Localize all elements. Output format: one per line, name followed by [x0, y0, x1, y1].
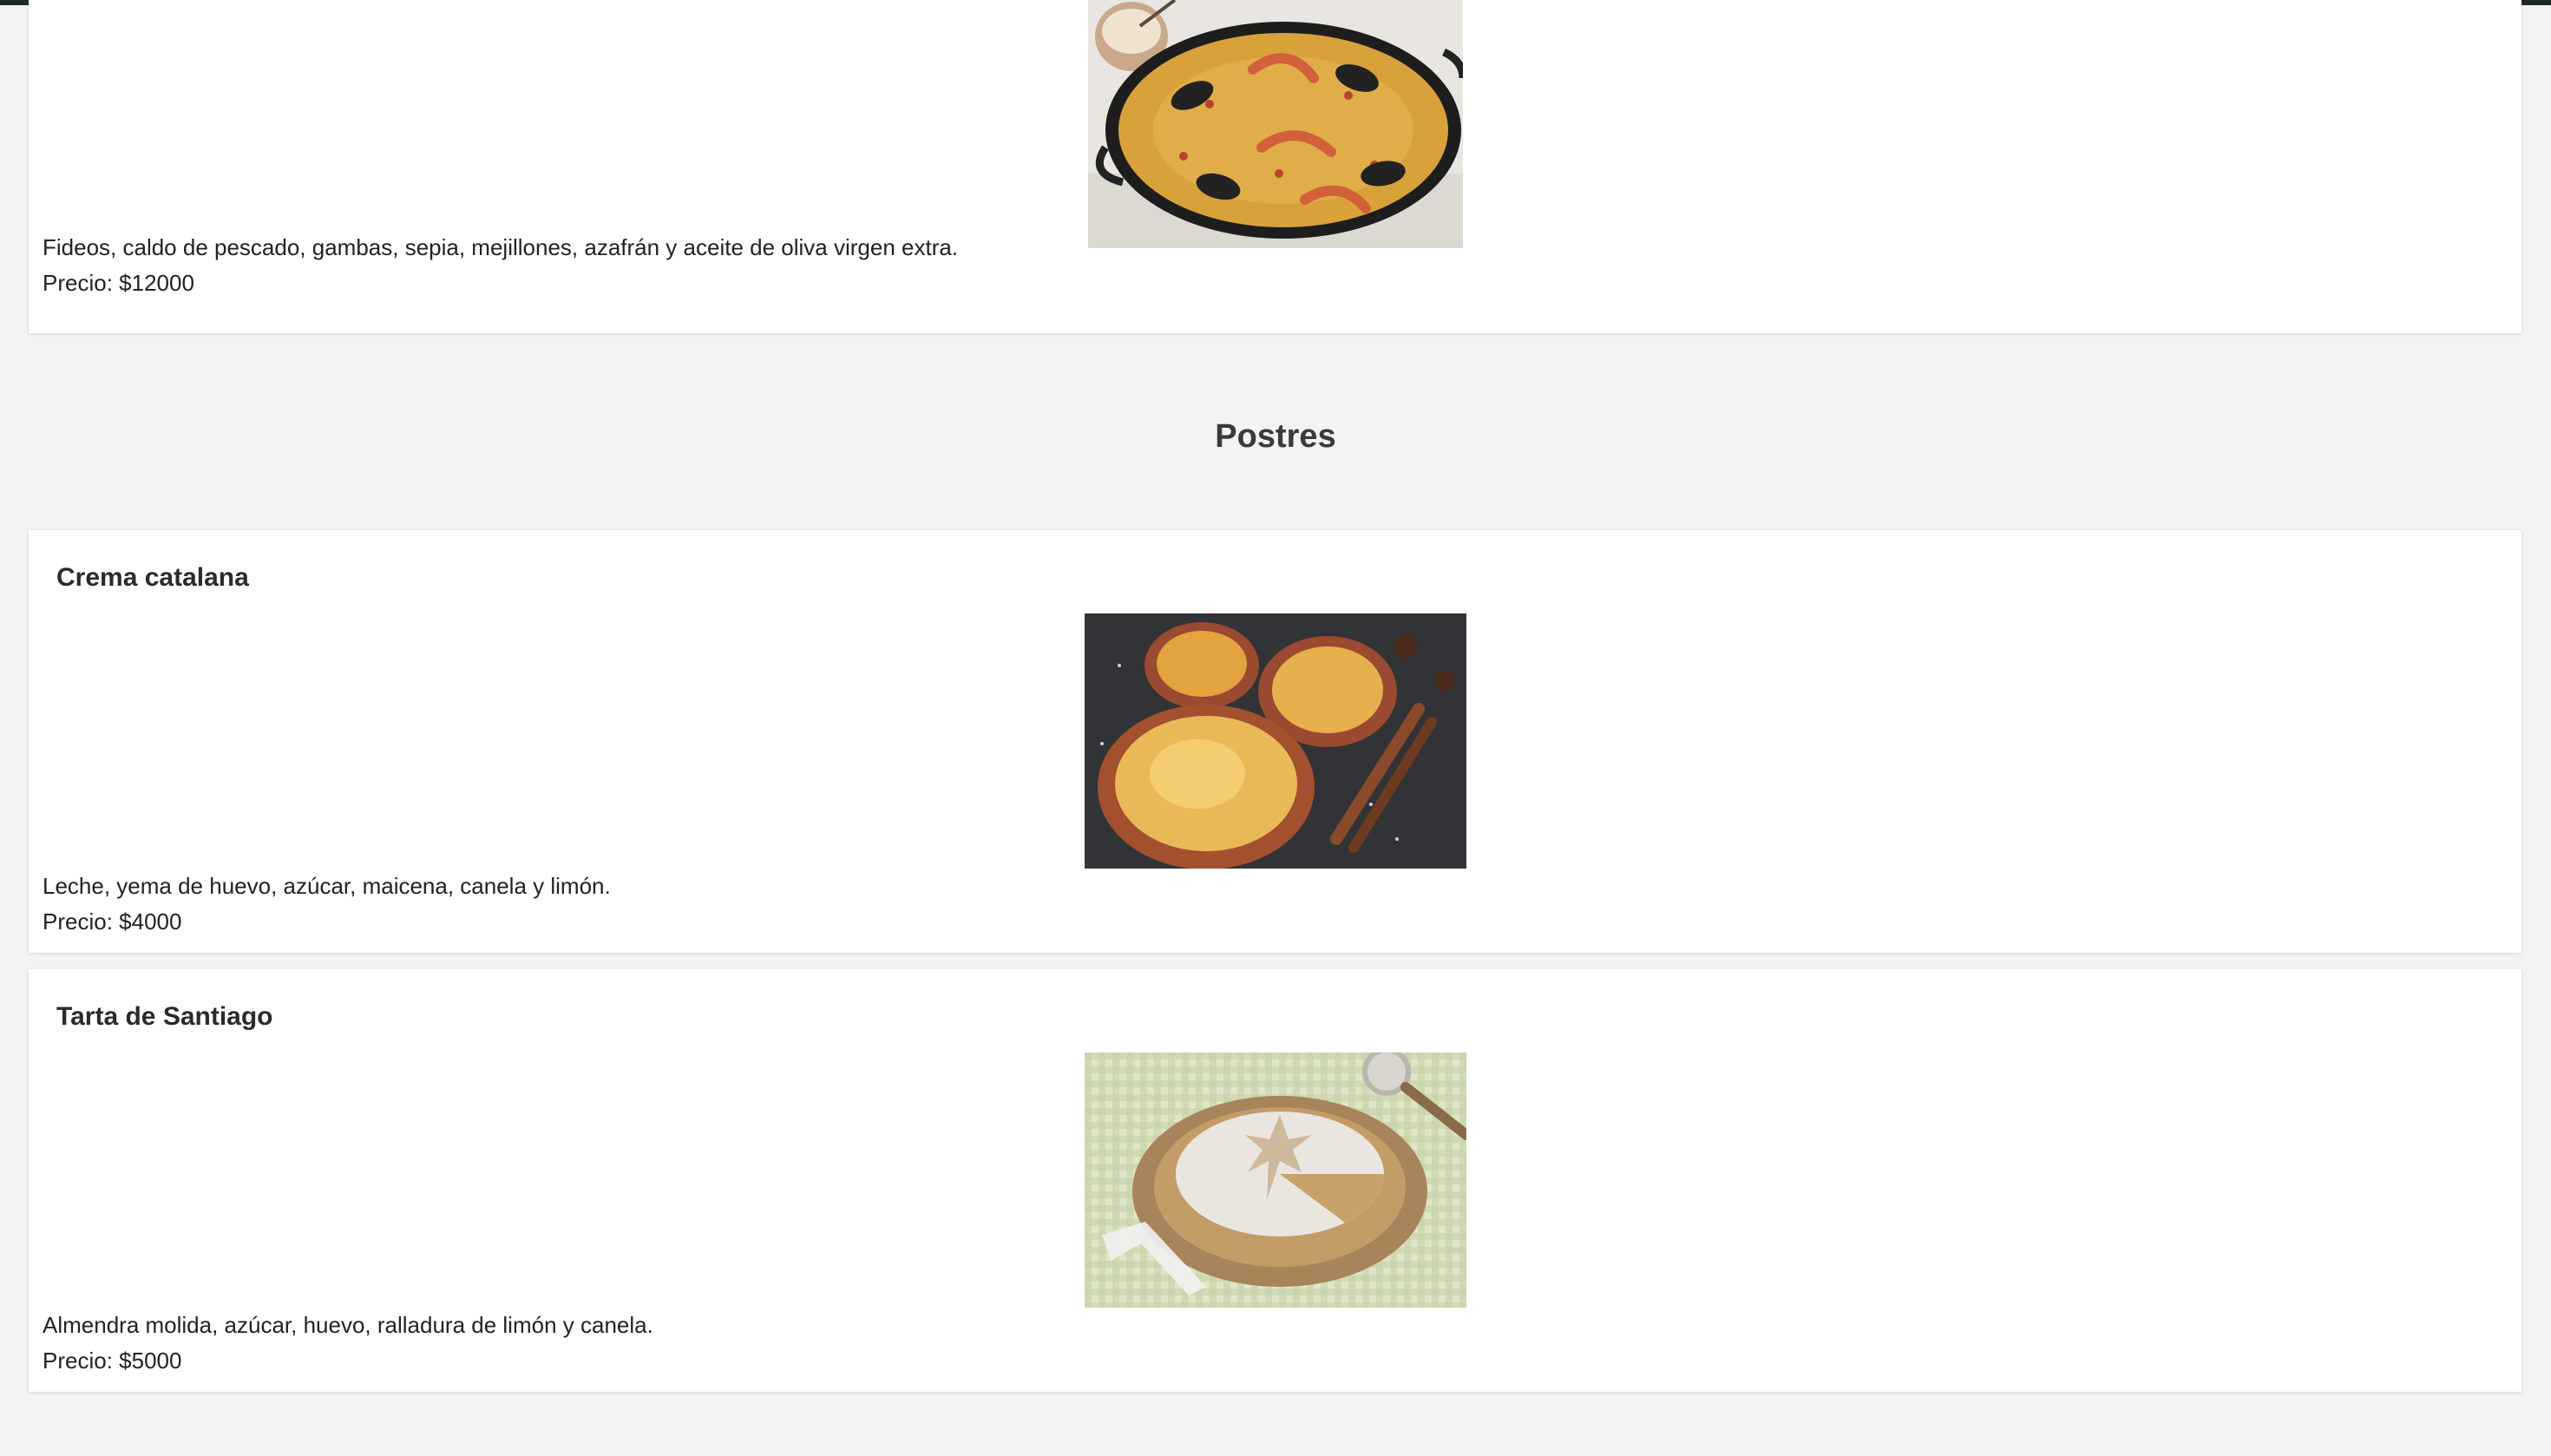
tarta-de-santiago-image: [1085, 1053, 1466, 1308]
dish-price: Precio: $4000: [43, 908, 182, 935]
dish-title: Tarta de Santiago: [56, 1002, 273, 1031]
dish-description: Fideos, caldo de pescado, gambas, sepia,…: [43, 234, 959, 260]
dish-title: Crema catalana: [56, 563, 249, 592]
menu-card-tarta-de-santiago: Tarta de Santiago Almendra molida, azúca…: [29, 969, 2521, 1392]
crema-catalana-image: [1085, 613, 1466, 869]
dish-description: Almendra molida, azúcar, huevo, ralladur…: [43, 1312, 653, 1338]
dish-description: Leche, yema de huevo, azúcar, maicena, c…: [43, 873, 611, 899]
menu-card-crema-catalana: Crema catalana Leche, yema de huevo, azú…: [29, 530, 2521, 953]
paella-image: [1088, 0, 1463, 248]
menu-card-fideua: Fideos, caldo de pescado, gambas, sepia,…: [29, 0, 2521, 333]
dish-price: Precio: $12000: [43, 270, 194, 296]
section-heading-postres: Postres: [1215, 418, 1336, 455]
dish-price: Precio: $5000: [43, 1348, 182, 1374]
